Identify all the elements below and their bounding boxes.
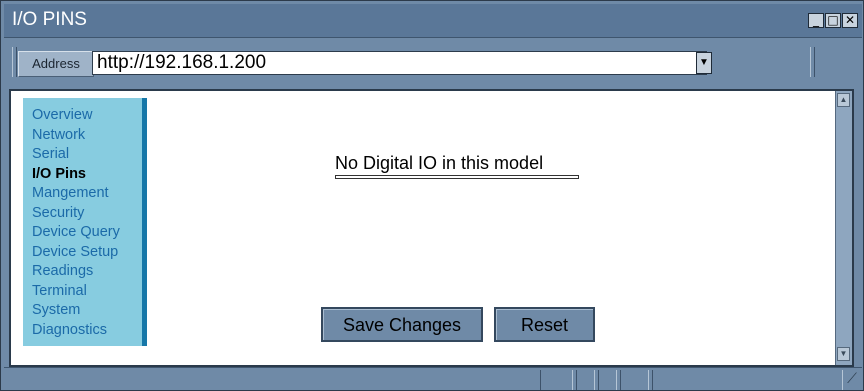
sidebar-item-mangement[interactable]: Mangement (32, 184, 142, 204)
status-bar: ⟋ (4, 367, 862, 390)
address-toolbar: Address http://192.168.1.200 ▼ (4, 39, 862, 85)
close-button[interactable]: ✕ (842, 13, 858, 28)
save-changes-button[interactable]: Save Changes (321, 307, 483, 342)
address-dropdown-button[interactable]: ▼ (696, 52, 712, 74)
toolbar-separator (810, 47, 815, 77)
sidebar-item-diagnostics[interactable]: Diagnostics (32, 321, 142, 341)
address-label: Address (18, 51, 94, 77)
sidebar-item-device-query[interactable]: Device Query (32, 223, 142, 243)
sidebar-item-serial[interactable]: Serial (32, 145, 142, 165)
minimize-button[interactable]: _ (808, 13, 824, 28)
status-cell (620, 370, 649, 390)
sidebar-item-terminal[interactable]: Terminal (32, 282, 142, 302)
sidebar-item-overview[interactable]: Overview (32, 106, 142, 126)
address-input[interactable]: http://192.168.1.200 (92, 51, 707, 75)
status-cell (652, 370, 843, 390)
sidebar-nav: Overview Network Serial I/O Pins Mangeme… (23, 98, 147, 346)
toolbar-grip[interactable] (12, 47, 17, 77)
sidebar-item-io-pins[interactable]: I/O Pins (32, 165, 142, 185)
message-underline-bar (335, 175, 579, 179)
reset-button[interactable]: Reset (494, 307, 595, 342)
sidebar-item-security[interactable]: Security (32, 204, 142, 224)
resize-grip-icon[interactable]: ⟋ (844, 371, 860, 387)
no-io-message: No Digital IO in this model (335, 153, 544, 173)
vertical-scrollbar[interactable]: ▲ ▼ (835, 91, 852, 365)
status-cell (540, 370, 573, 390)
nav-list: Overview Network Serial I/O Pins Mangeme… (23, 98, 142, 340)
status-cell (576, 370, 595, 390)
page-content: Overview Network Serial I/O Pins Mangeme… (9, 89, 854, 367)
title-bar[interactable]: I/O PINS _ □ ✕ (4, 4, 862, 38)
sidebar-item-network[interactable]: Network (32, 126, 142, 146)
browser-window: I/O PINS _ □ ✕ Address http://192.168.1.… (0, 0, 864, 391)
sidebar-item-system[interactable]: System (32, 301, 142, 321)
maximize-button[interactable]: □ (825, 13, 841, 28)
sidebar-item-readings[interactable]: Readings (32, 262, 142, 282)
status-cell (598, 370, 617, 390)
scroll-down-button[interactable]: ▼ (837, 347, 850, 361)
window-title: I/O PINS (12, 9, 87, 30)
sidebar-item-device-setup[interactable]: Device Setup (32, 243, 142, 263)
scroll-up-button[interactable]: ▲ (837, 93, 850, 107)
